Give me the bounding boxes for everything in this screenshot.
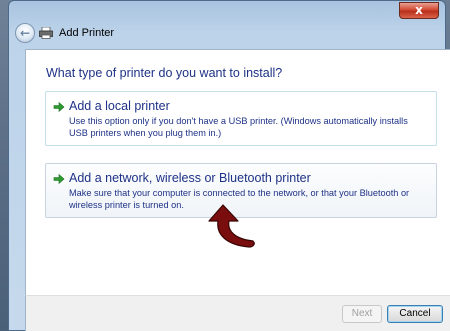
wizard-content: What type of printer do you want to inst…: [25, 49, 450, 295]
next-button[interactable]: Next: [342, 305, 382, 323]
back-arrow-icon[interactable]: ←: [15, 23, 35, 43]
printer-icon: [39, 27, 53, 39]
annotation-arrow-icon: [208, 204, 255, 248]
title-bar: ← Add Printer: [9, 19, 445, 49]
wizard-footer: Next Cancel: [25, 295, 450, 331]
close-button[interactable]: x: [399, 2, 439, 19]
add-local-printer-option[interactable]: Add a local printer Use this option only…: [45, 91, 437, 146]
option-title: Add a network, wireless or Bluetooth pri…: [69, 171, 311, 185]
add-printer-window: x ← Add Printer What type of printer do …: [8, 0, 450, 331]
green-arrow-icon: [53, 173, 65, 185]
option-description: Use this option only if you don't have a…: [69, 116, 408, 138]
option-title: Add a local printer: [69, 99, 170, 113]
green-arrow-icon: [53, 101, 65, 113]
cancel-button[interactable]: Cancel: [387, 305, 443, 323]
page-title: What type of printer do you want to inst…: [46, 66, 283, 80]
window-title: Add Printer: [59, 27, 115, 39]
